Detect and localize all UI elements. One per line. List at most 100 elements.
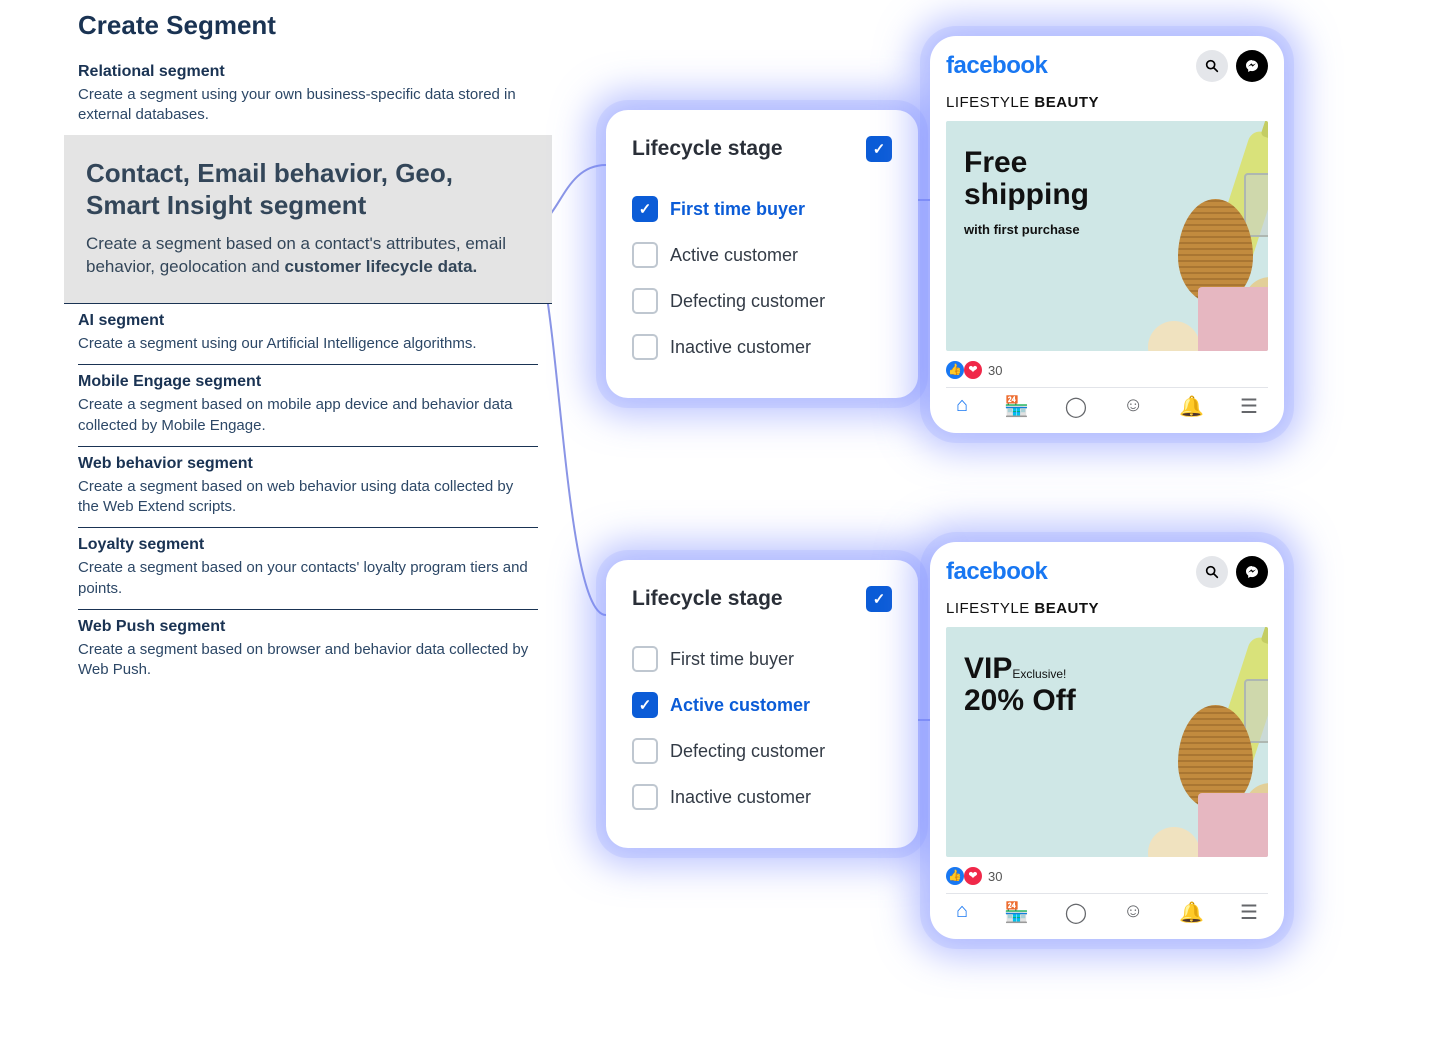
- marketplace-icon[interactable]: 🏪: [1004, 394, 1029, 419]
- lifecycle-option-label: Inactive customer: [670, 787, 811, 808]
- brand-bold: BEAUTY: [1034, 600, 1099, 617]
- ad-exclusive: Exclusive!: [1012, 667, 1066, 681]
- lifecycle-option-inactive-customer[interactable]: Inactive customer: [632, 774, 892, 820]
- love-icon: ❤: [964, 867, 982, 885]
- checkbox-icon: [632, 692, 658, 718]
- like-icon: 👍: [946, 361, 964, 379]
- segment-option-title: Relational segment: [78, 63, 538, 81]
- groups-icon[interactable]: ☺: [1123, 394, 1143, 419]
- highlight-desc-bold: customer lifecycle data.: [285, 257, 478, 276]
- like-icon: 👍: [946, 867, 964, 885]
- segment-option-desc: Create a segment based on your contacts'…: [78, 558, 538, 599]
- lifecycle-option-inactive-customer[interactable]: Inactive customer: [632, 324, 892, 370]
- segment-option-desc: Create a segment based on browser and be…: [78, 640, 538, 681]
- lifecycle-option-label: Defecting customer: [670, 741, 825, 762]
- lifecycle-option-active-customer[interactable]: Active customer: [632, 682, 892, 728]
- lifecycle-card-first-time: Lifecycle stage First time buyer Active …: [606, 110, 918, 398]
- ad-copy: Freeshipping with first purchase: [964, 147, 1089, 237]
- profile-icon[interactable]: ◯: [1065, 394, 1087, 419]
- home-icon[interactable]: ⌂: [956, 394, 968, 419]
- checkbox-icon: [632, 646, 658, 672]
- facebook-ad-image[interactable]: Freeshipping with first purchase: [946, 121, 1268, 351]
- ad-off: 20% Off: [964, 684, 1076, 717]
- home-icon[interactable]: ⌂: [956, 900, 968, 925]
- highlight-title: Contact, Email behavior, Geo, Smart Insi…: [86, 157, 530, 222]
- lifecycle-master-checkbox[interactable]: [866, 136, 892, 162]
- lifecycle-option-label: First time buyer: [670, 199, 805, 220]
- facebook-logo: facebook: [946, 558, 1047, 586]
- checkbox-icon: [632, 784, 658, 810]
- notifications-icon[interactable]: 🔔: [1179, 394, 1204, 419]
- facebook-bottom-nav: ⌂ 🏪 ◯ ☺ 🔔 ☰: [946, 893, 1268, 925]
- reaction-count: 30: [988, 363, 1002, 378]
- facebook-ad-image[interactable]: VIPExclusive! 20% Off: [946, 627, 1268, 857]
- lifecycle-option-first-time-buyer[interactable]: First time buyer: [632, 636, 892, 682]
- facebook-preview-vip: facebook LIFESTYLE BEAUTY VIPExclusive! …: [930, 542, 1284, 939]
- panel-title: Create Segment: [78, 10, 538, 41]
- lifecycle-option-label: Inactive customer: [670, 337, 811, 358]
- segment-option-desc: Create a segment based on mobile app dev…: [78, 395, 538, 436]
- lifecycle-option-first-time-buyer[interactable]: First time buyer: [632, 186, 892, 232]
- checkbox-icon: [632, 196, 658, 222]
- checkbox-icon: [632, 334, 658, 360]
- segment-option-title: Web Push segment: [78, 618, 538, 636]
- search-icon[interactable]: [1196, 556, 1228, 588]
- lifecycle-option-defecting-customer[interactable]: Defecting customer: [632, 278, 892, 324]
- facebook-reactions: 👍 ❤ 30: [946, 361, 1268, 379]
- highlight-desc: Create a segment based on a contact's at…: [86, 232, 530, 280]
- lifecycle-option-label: Active customer: [670, 245, 798, 266]
- checkbox-icon: [632, 738, 658, 764]
- marketplace-icon[interactable]: 🏪: [1004, 900, 1029, 925]
- lifecycle-option-defecting-customer[interactable]: Defecting customer: [632, 728, 892, 774]
- segment-option-loyalty[interactable]: Loyalty segment Create a segment based o…: [78, 528, 538, 610]
- checkbox-icon: [632, 242, 658, 268]
- lifecycle-card-active: Lifecycle stage First time buyer Active …: [606, 560, 918, 848]
- segment-option-web-behavior[interactable]: Web behavior segment Create a segment ba…: [78, 447, 538, 529]
- brand-bold: BEAUTY: [1034, 94, 1099, 111]
- lifecycle-option-label: First time buyer: [670, 649, 794, 670]
- product-illustration: [1108, 121, 1268, 351]
- lifecycle-master-checkbox[interactable]: [866, 586, 892, 612]
- lifecycle-option-label: Active customer: [670, 695, 810, 716]
- segment-option-relational[interactable]: Relational segment Create a segment usin…: [78, 55, 538, 137]
- product-illustration: [1108, 627, 1268, 857]
- messenger-icon[interactable]: [1236, 50, 1268, 82]
- love-icon: ❤: [964, 361, 982, 379]
- facebook-brand: LIFESTYLE BEAUTY: [946, 600, 1268, 617]
- reaction-count: 30: [988, 869, 1002, 884]
- notifications-icon[interactable]: 🔔: [1179, 900, 1204, 925]
- segment-option-desc: Create a segment using our Artificial In…: [78, 334, 538, 354]
- ad-line1: Free: [964, 146, 1027, 179]
- lifecycle-title: Lifecycle stage: [632, 587, 783, 611]
- brand-pre: LIFESTYLE: [946, 94, 1034, 111]
- lifecycle-option-label: Defecting customer: [670, 291, 825, 312]
- segment-option-title: AI segment: [78, 312, 538, 330]
- search-icon[interactable]: [1196, 50, 1228, 82]
- facebook-bottom-nav: ⌂ 🏪 ◯ ☺ 🔔 ☰: [946, 387, 1268, 419]
- segment-option-title: Web behavior segment: [78, 455, 538, 473]
- create-segment-panel: Create Segment Relational segment Create…: [78, 10, 538, 690]
- ad-vip: VIP: [964, 652, 1012, 685]
- segment-option-mobile-engage[interactable]: Mobile Engage segment Create a segment b…: [78, 365, 538, 447]
- segment-option-web-push[interactable]: Web Push segment Create a segment based …: [78, 610, 538, 691]
- facebook-logo: facebook: [946, 52, 1047, 80]
- facebook-brand: LIFESTYLE BEAUTY: [946, 94, 1268, 111]
- segment-option-title: Mobile Engage segment: [78, 373, 538, 391]
- facebook-preview-free-shipping: facebook LIFESTYLE BEAUTY Freeshipping w…: [930, 36, 1284, 433]
- menu-icon[interactable]: ☰: [1240, 394, 1258, 419]
- segment-option-contact-highlight[interactable]: Contact, Email behavior, Geo, Smart Insi…: [64, 135, 552, 305]
- profile-icon[interactable]: ◯: [1065, 900, 1087, 925]
- segment-option-desc: Create a segment based on web behavior u…: [78, 477, 538, 518]
- segment-option-title: Loyalty segment: [78, 536, 538, 554]
- ad-line2: shipping: [964, 178, 1089, 211]
- segment-option-ai[interactable]: AI segment Create a segment using our Ar…: [78, 304, 538, 365]
- lifecycle-option-active-customer[interactable]: Active customer: [632, 232, 892, 278]
- segment-option-desc: Create a segment using your own business…: [78, 85, 538, 126]
- groups-icon[interactable]: ☺: [1123, 900, 1143, 925]
- ad-copy: VIPExclusive! 20% Off: [964, 653, 1076, 718]
- menu-icon[interactable]: ☰: [1240, 900, 1258, 925]
- ad-subline: with first purchase: [964, 222, 1089, 237]
- facebook-reactions: 👍 ❤ 30: [946, 867, 1268, 885]
- messenger-icon[interactable]: [1236, 556, 1268, 588]
- lifecycle-title: Lifecycle stage: [632, 137, 783, 161]
